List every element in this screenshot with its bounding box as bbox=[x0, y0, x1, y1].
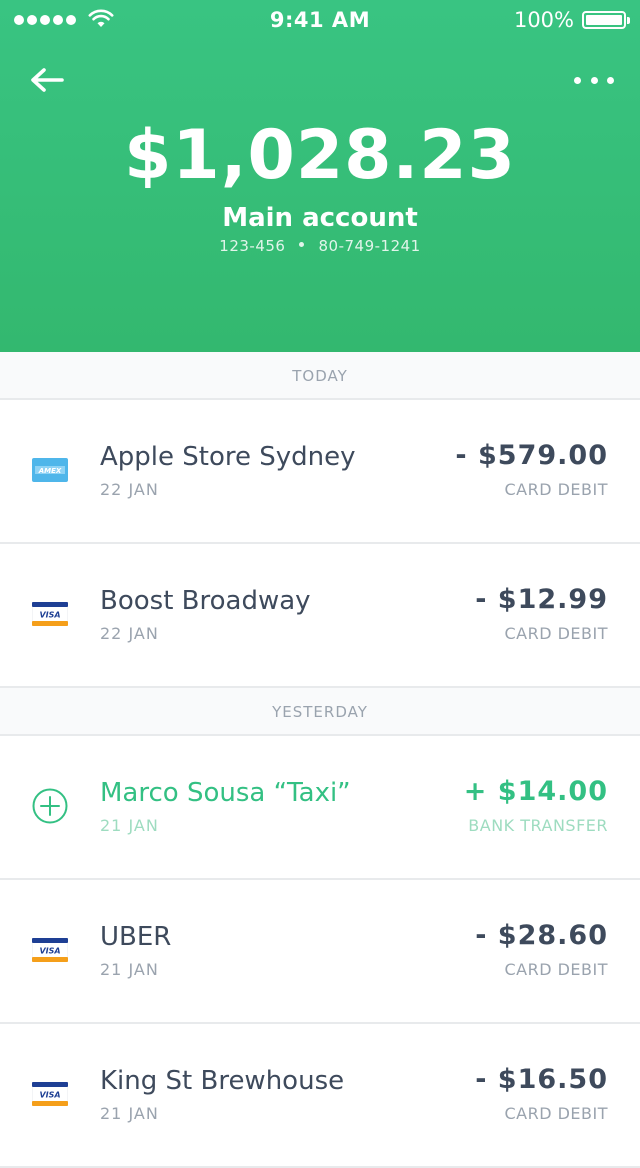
account-numbers: 123-456 80-749-1241 bbox=[0, 237, 640, 255]
arrow-left-icon[interactable] bbox=[26, 62, 70, 98]
transaction-type: CARD DEBIT bbox=[504, 1104, 608, 1123]
visa-card-icon: VISA bbox=[32, 1082, 68, 1106]
transaction-date: 21 JAN bbox=[100, 960, 159, 979]
transaction-amount: + $14.00 bbox=[463, 776, 608, 807]
visa-card-icon: VISA bbox=[32, 602, 68, 626]
merchant-name: Boost Broadway bbox=[100, 586, 311, 616]
account-name: Main account bbox=[222, 203, 418, 233]
transaction-type: BANK TRANSFER bbox=[468, 816, 608, 835]
transaction-type: CARD DEBIT bbox=[504, 480, 608, 499]
transaction-row[interactable]: VISA Boost Broadway 22 JAN - $12.99 CARD… bbox=[0, 544, 640, 688]
plus-circle-icon bbox=[32, 788, 68, 824]
transaction-amount: - $12.99 bbox=[475, 584, 608, 615]
account-header: 9:41 AM 100% $1,028.23 Main account 123-… bbox=[0, 0, 640, 352]
visa-card-icon: VISA bbox=[32, 938, 68, 962]
transaction-amount: - $16.50 bbox=[475, 1064, 608, 1095]
transaction-type: CARD DEBIT bbox=[504, 960, 608, 979]
separator-dot bbox=[299, 242, 305, 247]
merchant-name: Apple Store Sydney bbox=[100, 442, 356, 472]
transaction-date: 22 JAN bbox=[100, 480, 159, 499]
merchant-name: Marco Sousa “Taxi” bbox=[100, 778, 351, 808]
battery-icon bbox=[582, 11, 630, 29]
transaction-date: 21 JAN bbox=[100, 1104, 159, 1123]
status-bar: 9:41 AM 100% bbox=[0, 0, 640, 40]
svg-text:VISA: VISA bbox=[39, 947, 60, 956]
amex-card-icon: AMEX bbox=[32, 458, 68, 482]
transaction-row[interactable]: AMEX Apple Store Sydney 22 JAN - $579.00… bbox=[0, 400, 640, 544]
transaction-row[interactable]: VISA UBER 21 JAN - $28.60 CARD DEBIT bbox=[0, 880, 640, 1024]
transaction-row[interactable]: Marco Sousa “Taxi” 21 JAN + $14.00 BANK … bbox=[0, 736, 640, 880]
transaction-amount: - $28.60 bbox=[475, 920, 608, 951]
merchant-name: King St Brewhouse bbox=[100, 1066, 345, 1096]
transaction-type: CARD DEBIT bbox=[504, 624, 608, 643]
svg-text:VISA: VISA bbox=[39, 611, 60, 620]
account-balance: $1,028.23 bbox=[124, 116, 516, 195]
more-dots-icon[interactable] bbox=[574, 68, 614, 92]
transaction-amount: - $579.00 bbox=[455, 440, 608, 471]
transaction-date: 21 JAN bbox=[100, 816, 159, 835]
section-header-today: TODAY bbox=[0, 352, 640, 400]
merchant-name: UBER bbox=[100, 922, 172, 952]
section-header-yesterday: YESTERDAY bbox=[0, 688, 640, 736]
bsb-number: 123-456 bbox=[219, 237, 286, 255]
battery-percentage: 100% bbox=[513, 8, 574, 32]
transaction-row[interactable]: VISA King St Brewhouse 21 JAN - $16.50 C… bbox=[0, 1024, 640, 1168]
account-number: 80-749-1241 bbox=[318, 237, 421, 255]
svg-text:AMEX: AMEX bbox=[38, 467, 62, 475]
transaction-list: TODAY AMEX Apple Store Sydney 22 JAN - $… bbox=[0, 352, 640, 1168]
svg-text:VISA: VISA bbox=[39, 1091, 60, 1100]
transaction-date: 22 JAN bbox=[100, 624, 159, 643]
